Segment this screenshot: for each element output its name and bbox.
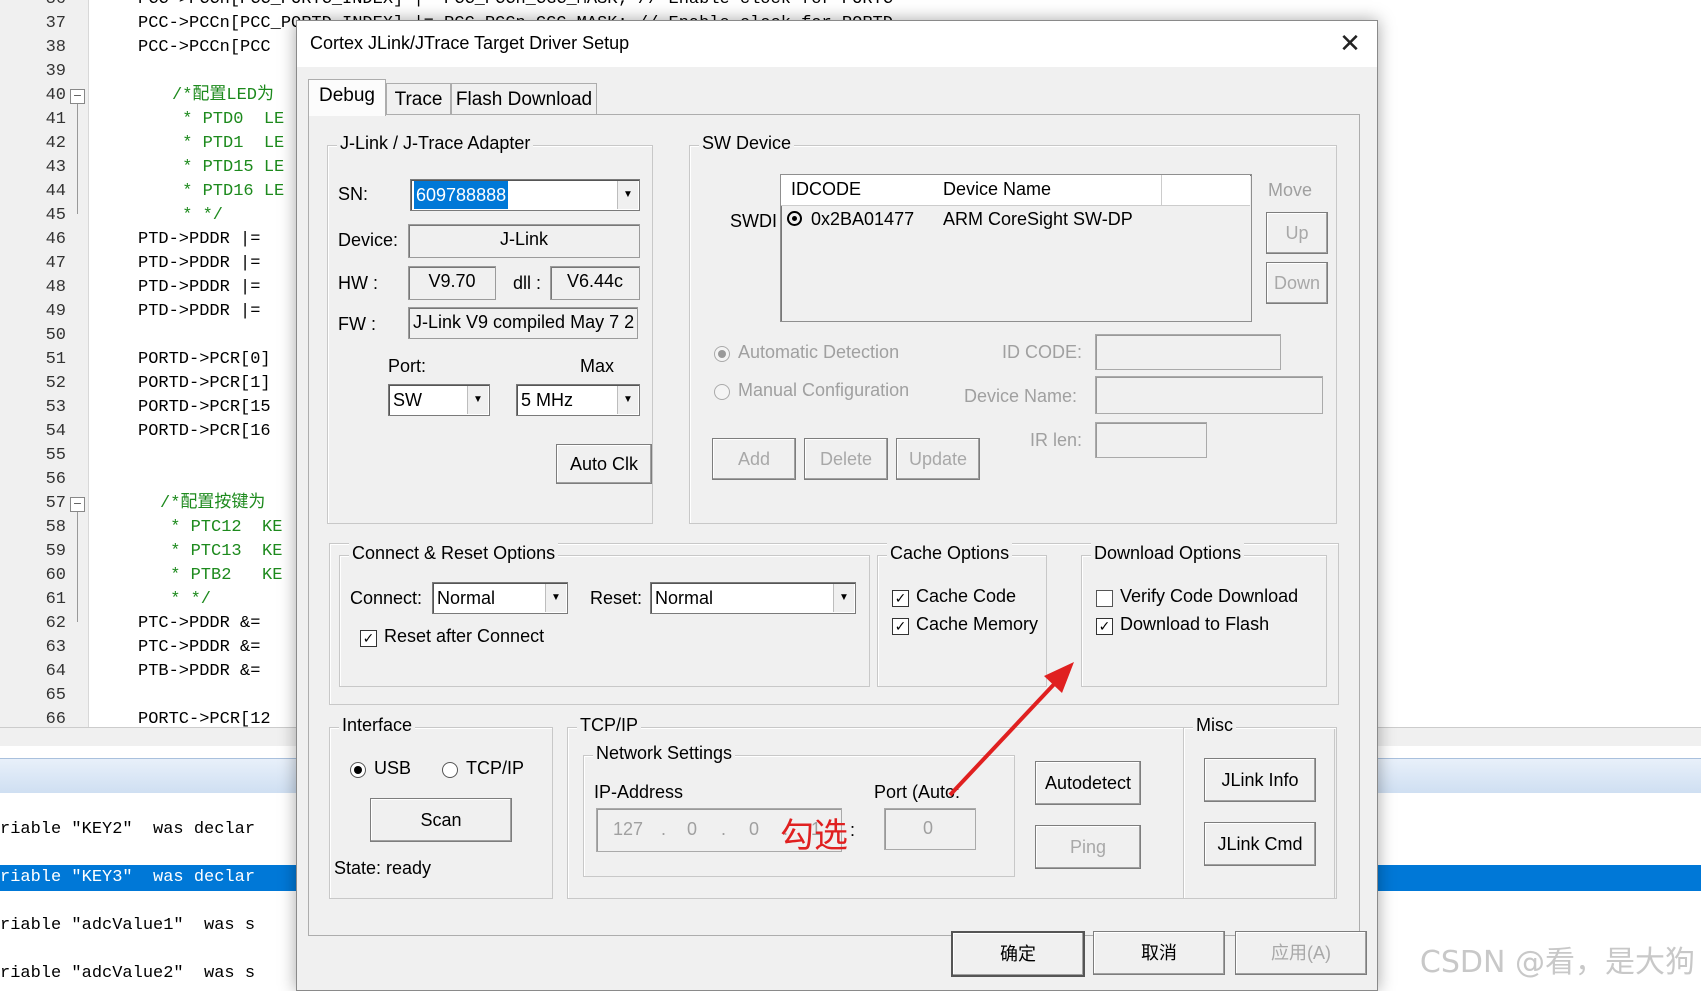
tab-debug[interactable]: Debug bbox=[308, 79, 386, 116]
annotation-label: 勾选 bbox=[780, 816, 848, 856]
annotation-arrow bbox=[948, 662, 1074, 797]
